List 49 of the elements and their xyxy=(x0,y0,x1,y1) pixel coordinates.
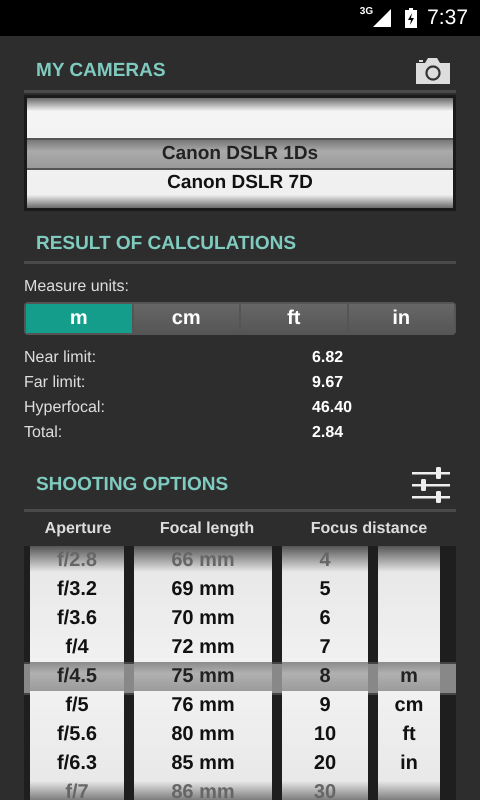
value-wheel[interactable]: f/2.8 f/3.2 f/3.6 f/4 f/4.5 f/5 f/5.6 f/6.3 f/7 xyxy=(30,546,124,800)
wheel-option[interactable]: 7 xyxy=(319,636,331,659)
wheel-option[interactable]: f/4 xyxy=(65,636,89,659)
wheel-option[interactable]: 6 xyxy=(319,607,331,630)
section-title: SHOOTING OPTIONS xyxy=(36,474,228,496)
result-value: 9.67 xyxy=(312,374,344,392)
column-header: Focus distance xyxy=(310,520,428,538)
wheel-option[interactable]: 8 xyxy=(319,665,331,688)
wheel-option[interactable]: 76 mm xyxy=(171,694,235,717)
camera-picker[interactable]: Canon DSLR 1Ds Canon DSLR 7D xyxy=(24,95,456,211)
wheel-option[interactable]: 70 mm xyxy=(171,607,235,630)
result-value: 6.82 xyxy=(312,348,344,366)
units-label: Measure units: xyxy=(24,278,130,296)
result-value: 2.84 xyxy=(312,424,344,442)
wheel-option[interactable]: cm xyxy=(394,694,424,717)
result-label: Hyperfocal: xyxy=(24,398,106,416)
clock: 7:37 xyxy=(427,6,468,30)
wheel-option[interactable]: 10 xyxy=(314,723,336,746)
wheel-option[interactable]: 80 mm xyxy=(171,723,235,746)
camera-option[interactable]: Canon DSLR 7D xyxy=(167,172,313,194)
result-value: 46.40 xyxy=(312,398,352,416)
result-label: Far limit: xyxy=(24,374,86,392)
battery-charging-icon xyxy=(405,8,418,28)
value-wheel[interactable]: m cm ft in xyxy=(378,546,440,800)
wheel-option[interactable]: ft xyxy=(402,723,416,746)
signal-icon xyxy=(373,9,392,27)
wheel-option[interactable]: in xyxy=(400,752,418,775)
value-wheel[interactable]: 66 mm 69 mm 70 mm 72 mm 75 mm 76 mm 80 mm 85 mm 86 mm xyxy=(134,546,272,800)
column-header: Focal length xyxy=(158,520,256,538)
wheel-option[interactable]: 9 xyxy=(319,694,331,717)
network-type: 3G xyxy=(360,6,374,17)
section-title: RESULT OF CALCULATIONS xyxy=(36,233,296,255)
wheel-option[interactable]: 5 xyxy=(319,578,331,601)
section-title: MY CAMERAS xyxy=(36,60,166,82)
result-label: Near limit: xyxy=(24,348,98,366)
value-wheel[interactable]: 4 5 6 7 8 9 10 20 30 xyxy=(282,546,368,800)
wheel-option[interactable]: 69 mm xyxy=(171,578,235,601)
wheel-option[interactable]: f/3.2 xyxy=(56,578,98,601)
sliders-icon[interactable] xyxy=(412,467,450,503)
wheel-option[interactable]: f/3.6 xyxy=(56,607,98,630)
camera-icon[interactable] xyxy=(416,58,450,84)
wheel-option[interactable]: 20 xyxy=(314,752,336,775)
wheel-option[interactable]: 85 mm xyxy=(171,752,235,775)
wheel-option[interactable]: f/6.3 xyxy=(56,752,98,775)
wheel-option[interactable]: f/5.6 xyxy=(56,723,98,746)
wheel-option[interactable]: 72 mm xyxy=(171,636,235,659)
wheel-option[interactable]: f/5 xyxy=(65,694,89,717)
result-label: Total: xyxy=(24,424,64,442)
column-header: Aperture xyxy=(44,520,112,538)
